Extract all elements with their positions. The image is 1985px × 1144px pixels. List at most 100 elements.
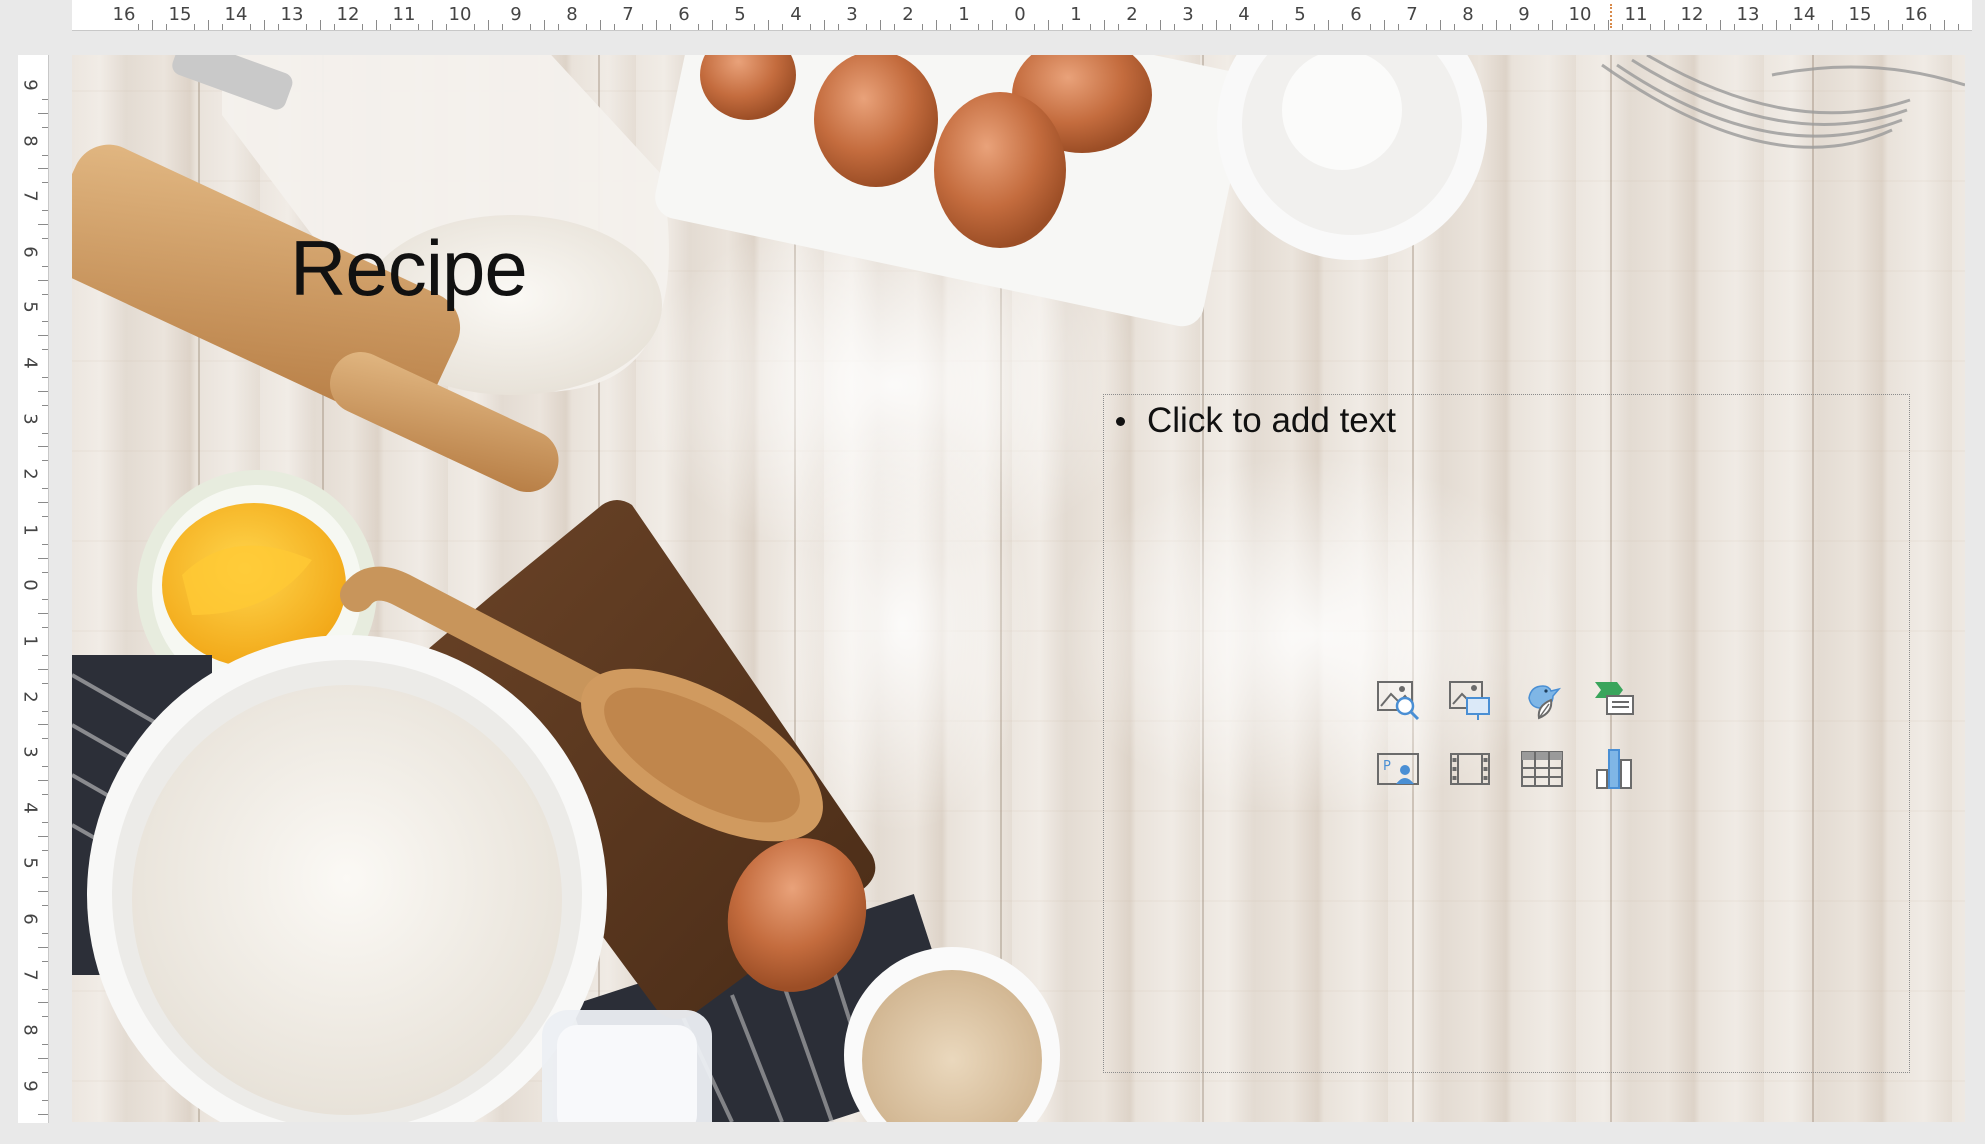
ruler-number: 0 — [1014, 4, 1026, 25]
insert-video-icon[interactable] — [1446, 745, 1494, 793]
ruler-tick — [1832, 20, 1833, 30]
insert-icons-icon[interactable] — [1518, 675, 1566, 723]
ruler-tick — [936, 20, 937, 30]
ruler-number: 11 — [392, 4, 416, 25]
placeholder-bullet-line[interactable]: Click to add text — [1116, 401, 1396, 441]
ruler-tick — [38, 668, 48, 670]
ruler-number: 12 — [336, 4, 360, 25]
ruler-tick — [1328, 20, 1329, 30]
ruler-tick — [810, 24, 811, 30]
ruler-tick — [42, 905, 48, 907]
ruler-tick — [1048, 20, 1049, 30]
ruler-tick — [42, 821, 48, 823]
ruler-tick — [264, 20, 265, 30]
ruler-tick — [1706, 24, 1707, 30]
ruler-tick — [1482, 24, 1483, 30]
insert-table-icon[interactable] — [1518, 745, 1566, 793]
ruler-tick — [42, 988, 48, 990]
insert-cameo-icon[interactable]: P — [1374, 745, 1422, 793]
ruler-tick — [42, 654, 48, 656]
horizontal-ruler[interactable]: 16 15 14 13 12 11 10 9 8 7 6 5 4 3 2 1 0 1 2 3 4 5 6 7 8 9 10 11 12 1… — [72, 0, 1972, 31]
insert-stock-images-icon[interactable] — [1446, 675, 1494, 723]
ruler-number: 14 — [1792, 4, 1816, 25]
ruler-tick — [38, 613, 48, 615]
ruler-tick — [754, 24, 755, 30]
ruler-tick — [1790, 24, 1791, 30]
ruler-tick — [782, 24, 783, 30]
ruler-tick — [432, 20, 433, 30]
insert-pictures-icon[interactable] — [1374, 675, 1422, 723]
ruler-number: 9 — [19, 1080, 41, 1092]
ruler-tick — [42, 321, 48, 323]
ruler-tick — [1678, 24, 1679, 30]
ruler-tick — [838, 24, 839, 30]
ruler-tick — [1118, 24, 1119, 30]
ruler-tick — [768, 20, 769, 30]
ruler-number: 1 — [958, 4, 970, 25]
ruler-tick — [42, 571, 48, 573]
ruler-tick — [1650, 24, 1651, 30]
ruler-number: 5 — [1294, 4, 1306, 25]
insert-content-icons: P — [1374, 675, 1638, 793]
ruler-number: 9 — [19, 79, 41, 91]
ruler-indent-marker[interactable] — [1610, 4, 1612, 28]
ruler-number: 6 — [19, 246, 41, 258]
ruler-tick — [38, 780, 48, 781]
insert-chart-icon[interactable] — [1590, 745, 1638, 793]
ruler-tick — [42, 265, 48, 267]
ruler-tick — [38, 168, 48, 170]
ruler-tick — [1818, 24, 1819, 30]
ruler-number: 1 — [19, 635, 41, 647]
ruler-tick — [42, 515, 48, 517]
ruler-tick — [824, 20, 825, 30]
ruler-tick — [1664, 20, 1665, 30]
ruler-number: 6 — [1350, 4, 1362, 25]
ruler-number: 16 — [112, 4, 136, 25]
placeholder-text[interactable]: Click to add text — [1147, 401, 1396, 441]
ruler-tick — [42, 738, 48, 740]
ruler-tick — [42, 293, 48, 295]
ruler-tick — [42, 376, 48, 378]
ruler-tick — [42, 154, 48, 156]
ruler-number: 4 — [790, 4, 802, 25]
ruler-number: 7 — [19, 968, 41, 981]
ruler-tick — [1384, 20, 1385, 30]
ruler-number: 12 — [1680, 4, 1704, 25]
slide-title[interactable]: Recipe — [290, 223, 528, 314]
ruler-tick — [446, 24, 447, 30]
ruler-number: 5 — [19, 301, 41, 314]
ruler-tick — [1062, 24, 1063, 30]
ruler-tick — [306, 24, 307, 30]
vertical-ruler[interactable]: 9 8 7 6 5 4 3 2 1 0 1 2 3 4 5 6 7 8 9 — [18, 55, 49, 1123]
ruler-tick — [656, 20, 657, 30]
ruler-tick — [880, 20, 881, 30]
ruler-tick — [42, 627, 48, 629]
ruler-tick — [1440, 20, 1441, 30]
ruler-tick — [474, 24, 475, 30]
ruler-tick — [38, 1113, 48, 1115]
ruler-tick — [642, 24, 643, 30]
insert-smartart-icon[interactable] — [1590, 675, 1638, 723]
slide-canvas[interactable]: Recipe Click to add text P — [72, 55, 1965, 1122]
ruler-tick — [670, 24, 671, 30]
ruler-number: 11 — [1624, 4, 1648, 25]
ruler-number: 3 — [846, 4, 858, 25]
ruler-tick — [488, 20, 489, 30]
ruler-number: 4 — [19, 357, 41, 369]
ruler-tick — [1958, 24, 1959, 30]
ruler-number: 6 — [19, 913, 41, 925]
ruler-tick — [42, 877, 48, 879]
ruler-tick — [42, 793, 48, 795]
ruler-number: 9 — [1518, 4, 1530, 25]
ruler-tick — [600, 20, 601, 30]
ruler-number: 8 — [19, 1024, 41, 1036]
ruler-number: 8 — [19, 134, 41, 147]
ruler-tick — [42, 98, 48, 100]
ruler-tick — [1426, 24, 1427, 30]
ruler-tick — [1034, 24, 1035, 30]
ruler-tick — [1104, 20, 1105, 30]
ruler-tick — [894, 24, 895, 30]
ruler-number: 7 — [622, 4, 634, 25]
content-placeholder[interactable]: Click to add text P — [1103, 394, 1910, 1073]
ruler-tick — [38, 335, 48, 337]
